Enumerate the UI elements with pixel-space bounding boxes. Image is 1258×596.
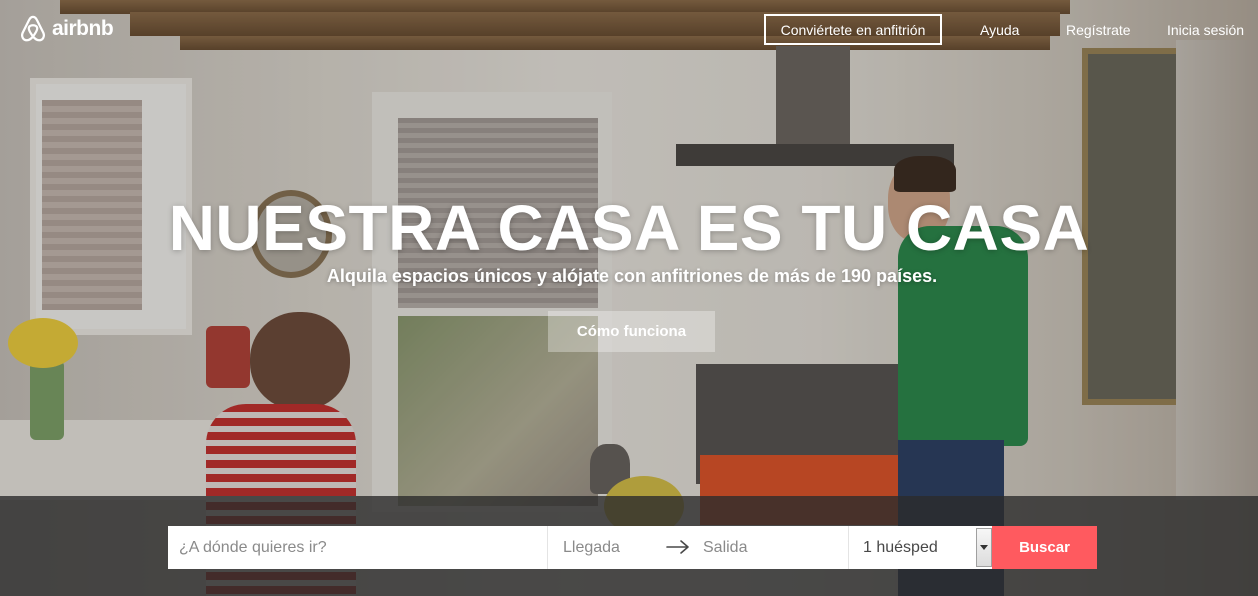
nav-link-login[interactable]: Inicia sesión	[1167, 22, 1244, 38]
guests-value: 1 huésped	[863, 538, 938, 556]
search-button[interactable]: Buscar	[992, 526, 1097, 569]
top-header: airbnb Conviértete en anfitrión Ayuda Re…	[0, 0, 1258, 62]
search-form: ¿A dónde quieres ir? Llegada Salida 1 hu…	[168, 526, 1097, 569]
page: airbnb Conviértete en anfitrión Ayuda Re…	[0, 0, 1258, 596]
nav-link-signup[interactable]: Regístrate	[1066, 22, 1131, 38]
become-host-button[interactable]: Conviértete en anfitrión	[764, 14, 942, 45]
logo-wordmark: airbnb	[52, 17, 114, 40]
hero-subtitle: Alquila espacios únicos y alójate con an…	[326, 266, 938, 286]
airbnb-logo[interactable]: airbnb	[18, 14, 114, 44]
airbnb-belo-icon	[21, 15, 45, 42]
destination-input[interactable]: ¿A dónde quieres ir?	[168, 526, 548, 569]
destination-placeholder: ¿A dónde quieres ir?	[179, 538, 327, 556]
nav-link-help[interactable]: Ayuda	[980, 22, 1019, 38]
checkout-input[interactable]: Salida	[703, 539, 747, 557]
hero-title: NUESTRA CASA ES TU CASA	[168, 192, 1090, 264]
checkin-input[interactable]: Llegada	[563, 539, 620, 557]
guests-select[interactable]: 1 huésped	[849, 526, 992, 569]
date-range-field: Llegada Salida	[548, 526, 849, 569]
caret-down-icon[interactable]	[976, 528, 992, 567]
how-it-works-button[interactable]: Cómo funciona	[548, 311, 715, 352]
arrow-right-icon	[666, 540, 689, 554]
